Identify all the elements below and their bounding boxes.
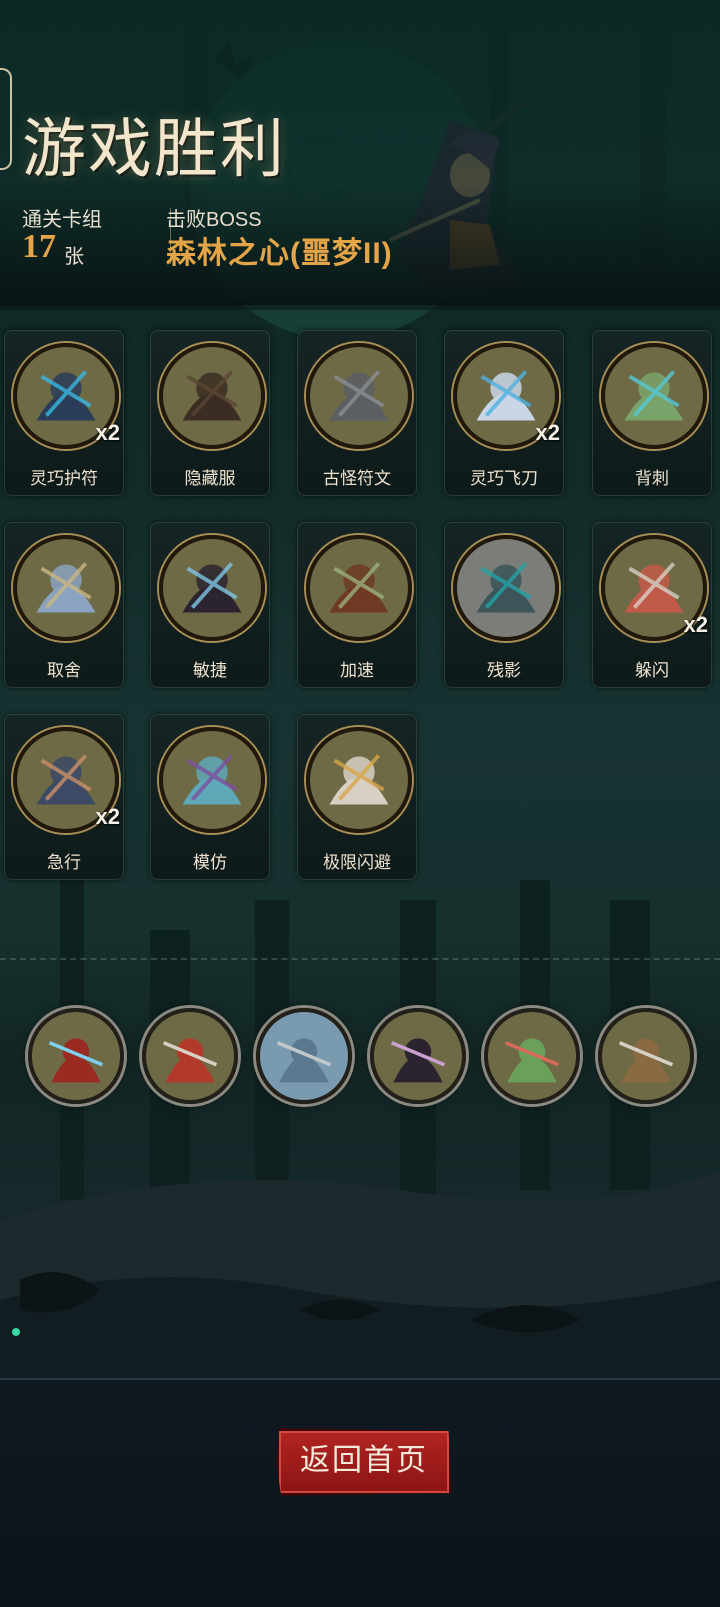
card-11[interactable]: x2 急行 xyxy=(4,714,124,880)
card-name: 加速 xyxy=(340,661,374,680)
hooded-mage-icon[interactable] xyxy=(28,1008,124,1104)
deck-count: 17 xyxy=(22,228,56,265)
backstab-icon xyxy=(601,343,707,449)
card-name: 灵巧飞刀 xyxy=(470,469,538,488)
card-4[interactable]: x2 灵巧飞刀 xyxy=(444,330,564,496)
card-1[interactable]: x2 灵巧护符 xyxy=(4,330,124,496)
card-count-badge: x2 xyxy=(683,612,708,637)
card-count-badge: x2 xyxy=(535,420,560,445)
return-home-button[interactable]: 返回首页 xyxy=(276,1428,452,1496)
card-name: 模仿 xyxy=(193,853,227,872)
boss-name: 森林之心(噩梦II) xyxy=(166,237,393,270)
card-12[interactable]: 模仿 xyxy=(150,714,270,880)
card-13[interactable]: 极限闪避 xyxy=(297,714,417,880)
rune-stone-icon xyxy=(306,343,412,449)
hooded-cloak-icon xyxy=(159,343,265,449)
card-3[interactable]: 古怪符文 xyxy=(297,330,417,496)
card-name: 灵巧护符 xyxy=(30,469,98,488)
back-notch[interactable] xyxy=(0,68,12,170)
afterimage-icon xyxy=(453,535,559,641)
card-name: 躲闪 xyxy=(635,661,669,680)
witch-broom-icon xyxy=(306,535,412,641)
dryad-icon[interactable] xyxy=(484,1008,580,1104)
victory-title: 游戏胜利 xyxy=(22,114,286,185)
card-2[interactable]: 隐藏服 xyxy=(150,330,270,496)
card-name: 敏捷 xyxy=(193,661,227,680)
goblin-face-icon xyxy=(159,727,265,833)
dagger-icon[interactable] xyxy=(256,1008,352,1104)
card-name: 古怪符文 xyxy=(323,469,391,488)
card-name: 隐藏服 xyxy=(184,469,236,488)
card-name: 急行 xyxy=(47,853,81,872)
card-6[interactable]: 取舍 xyxy=(4,522,124,688)
rogue-slash-icon[interactable] xyxy=(598,1008,694,1104)
section-divider xyxy=(0,958,720,960)
card-count-badge: x2 xyxy=(95,420,120,445)
card-name: 残影 xyxy=(487,661,521,680)
black-cat-icon xyxy=(159,535,265,641)
card-name: 背刺 xyxy=(635,469,669,488)
card-8[interactable]: 加速 xyxy=(297,522,417,688)
card-7[interactable]: 敏捷 xyxy=(150,522,270,688)
old-sage-icon xyxy=(13,535,119,641)
card-name: 极限闪避 xyxy=(323,853,391,872)
deck-unit: 张 xyxy=(64,246,84,268)
vampire-icon[interactable] xyxy=(370,1008,466,1104)
card-5[interactable]: 背刺 xyxy=(592,330,712,496)
card-10[interactable]: x2 躲闪 xyxy=(592,522,712,688)
extreme-dodge-icon xyxy=(306,727,412,833)
card-name: 取舍 xyxy=(47,661,81,680)
red-hood-girl-icon[interactable] xyxy=(142,1008,238,1104)
card-count-badge: x2 xyxy=(95,804,120,829)
card-9[interactable]: 残影 xyxy=(444,522,564,688)
